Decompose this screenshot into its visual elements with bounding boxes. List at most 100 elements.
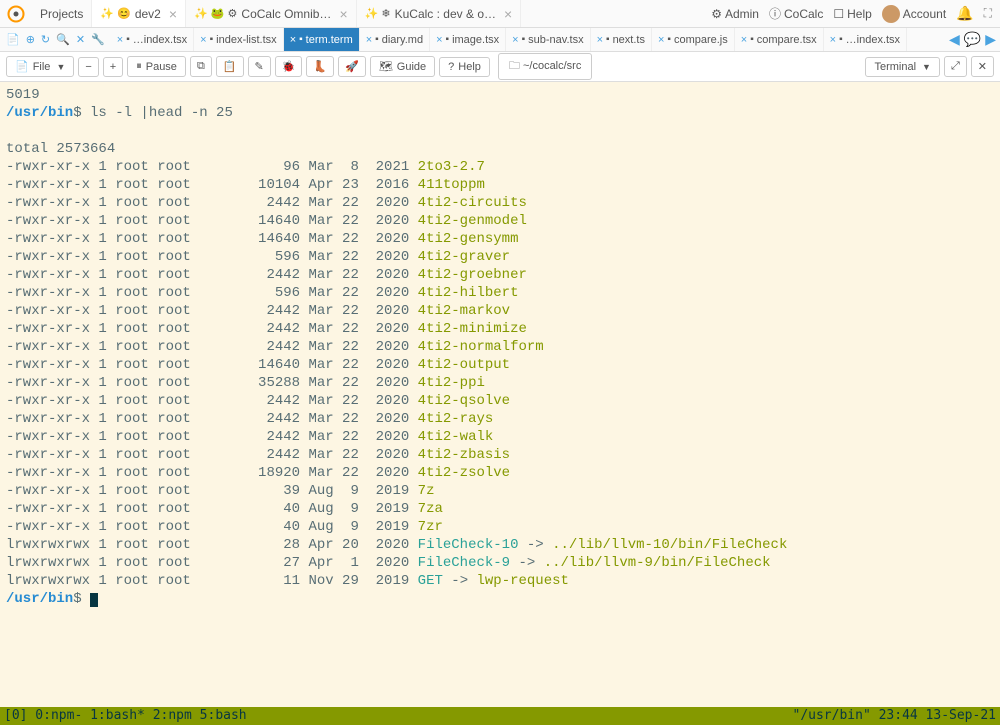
plus-circle-icon[interactable]: ⊕: [26, 33, 35, 46]
file-tab[interactable]: ×▪…index.tsx: [824, 28, 907, 51]
wrench-icon[interactable]: 🔧: [91, 33, 105, 46]
help-icon: ☐: [833, 7, 844, 21]
project-tab[interactable]: ✨ ❄ KuCalc : dev & o… ×: [357, 0, 522, 27]
close-icon[interactable]: ×: [200, 34, 206, 46]
tmux-status-bar: [0] 0:npm- 1:bash* 2:npm 5:bash "/usr/bi…: [0, 707, 1000, 725]
project-icon: ✨ ❄: [365, 7, 391, 20]
account-link[interactable]: Account: [882, 5, 946, 23]
font-increase-button[interactable]: +: [103, 57, 123, 77]
file-tab[interactable]: ×▪term.term: [284, 28, 360, 51]
guide-button[interactable]: 🗺Guide: [370, 56, 435, 77]
path-display[interactable]: 🗀 ~/cocalc/src: [498, 53, 592, 80]
pause-button[interactable]: ⏸Pause: [127, 56, 186, 77]
close-icon[interactable]: ×: [741, 34, 747, 46]
file-type-icon: ▪: [210, 34, 214, 45]
bell-icon[interactable]: 🔔: [956, 5, 973, 22]
file-type-icon: ▪: [667, 34, 671, 45]
cocalc-link[interactable]: ⓘCoCalc: [769, 5, 823, 22]
folder-icon: 🗀: [509, 60, 523, 72]
settings-icon[interactable]: ✕: [76, 33, 85, 46]
rocket-button[interactable]: 🚀: [338, 56, 366, 77]
file-tab[interactable]: × ▪image.tsx: [430, 28, 506, 51]
file-tab[interactable]: ×▪compare.tsx: [735, 28, 824, 51]
close-icon[interactable]: ×: [597, 34, 603, 46]
close-icon[interactable]: ×: [436, 34, 442, 46]
admin-link[interactable]: ⚙Admin: [711, 7, 759, 21]
file-tab[interactable]: × ▪index-list.tsx: [194, 28, 284, 51]
projects-label: Projects: [40, 7, 83, 21]
file-tab[interactable]: ×▪compare.js: [652, 28, 735, 51]
file-tab-label: …index.tsx: [133, 34, 187, 46]
file-tab[interactable]: ×▪next.ts: [591, 28, 652, 51]
close-icon[interactable]: ×: [339, 6, 347, 22]
chevron-down-icon: ▼: [922, 62, 931, 72]
boot-icon: 👢: [313, 60, 327, 73]
paste-icon: 📋: [223, 60, 237, 73]
close-icon[interactable]: ×: [366, 34, 372, 46]
file-tab[interactable]: ×▪sub-nav.tsx: [506, 28, 590, 51]
font-decrease-button[interactable]: −: [78, 57, 98, 77]
terminal-menu-button[interactable]: Terminal▼: [865, 57, 940, 77]
copy-button[interactable]: ⧉: [190, 56, 212, 77]
close-icon[interactable]: ×: [658, 34, 664, 46]
file-tab-label: next.ts: [613, 34, 645, 46]
map-icon: 🗺: [379, 60, 393, 73]
terminal-toolbar: 📄File▼ − + ⏸Pause ⧉ 📋 ✎ 🐞 👢 🚀 🗺Guide ?He…: [0, 52, 1000, 82]
help-button[interactable]: ?Help: [439, 57, 490, 77]
search-icon[interactable]: 🔍: [56, 33, 70, 46]
edit-icon: ✎: [255, 60, 264, 73]
file-tab[interactable]: ×▪…index.tsx: [111, 28, 194, 51]
terminal-cursor: [90, 593, 98, 607]
kick-button[interactable]: 👢: [306, 56, 334, 77]
edit-button[interactable]: ✎: [248, 56, 271, 77]
file-type-icon: ▪: [839, 34, 843, 45]
file-icon: 📄: [15, 60, 29, 73]
file-tab-label: term.term: [306, 34, 353, 46]
file-tab-label: index-list.tsx: [216, 34, 277, 46]
close-icon[interactable]: ×: [830, 34, 836, 46]
project-tab[interactable]: ✨ 😊dev2×: [92, 0, 186, 27]
paste-button[interactable]: 📋: [216, 56, 244, 77]
file-menu-button[interactable]: 📄File▼: [6, 56, 74, 77]
close-icon[interactable]: ×: [117, 34, 123, 46]
clear-button[interactable]: 🐞: [275, 56, 303, 77]
project-tabs-bar: Projects ✨ 😊dev2× ✨ 🐸 ⚙ CoCalc Omnib… × ✨ ❄ K…: [0, 0, 1000, 28]
help-link[interactable]: ☐Help: [833, 7, 871, 21]
avatar: [882, 5, 900, 23]
tmux-right: "/usr/bin" 23:44 13-Sep-21: [793, 707, 997, 725]
new-file-icon[interactable]: 📄: [6, 33, 20, 46]
projects-button[interactable]: Projects: [32, 0, 92, 27]
pause-icon: ⏸: [136, 60, 142, 73]
tmux-left: [0] 0:npm- 1:bash* 2:npm 5:bash: [4, 707, 247, 725]
project-tab-label: CoCalc Omnib…: [241, 7, 331, 21]
bug-icon: 🐞: [282, 60, 296, 73]
history-icon[interactable]: ↻: [41, 33, 50, 46]
expand-button[interactable]: ⤢: [944, 56, 967, 77]
close-icon[interactable]: ×: [504, 6, 512, 22]
close-icon[interactable]: ×: [290, 34, 296, 46]
file-type-icon: ▪: [522, 34, 526, 45]
file-tabs-bar: 📄 ⊕ ↻ 🔍 ✕ 🔧 ×▪…index.tsx×▪index-list.tsx…: [0, 28, 1000, 52]
file-type-icon: ▪: [126, 34, 130, 45]
close-panel-button[interactable]: ✕: [971, 56, 994, 77]
file-type-icon: ▪: [375, 34, 379, 45]
file-type-icon: ▪: [446, 34, 450, 45]
nav-right-icon[interactable]: ▶: [985, 31, 996, 48]
terminal-output[interactable]: 5019 /usr/bin$ ls -l |head -n 25 total 2…: [0, 82, 1000, 707]
fullscreen-icon[interactable]: ⛶: [984, 6, 992, 21]
file-type-icon: ▪: [606, 34, 610, 45]
info-icon: ⓘ: [769, 5, 781, 22]
project-icon: ✨ 🐸 ⚙: [194, 7, 237, 20]
file-tab-label: …index.tsx: [846, 34, 900, 46]
file-tab-label: image.tsx: [452, 34, 499, 46]
close-icon[interactable]: ×: [512, 34, 518, 46]
project-tab-label: KuCalc : dev & o…: [395, 7, 496, 21]
admin-icon: ⚙: [711, 7, 722, 21]
nav-left-icon[interactable]: ◀: [949, 31, 960, 48]
chat-icon[interactable]: 💬: [964, 31, 981, 48]
project-tab[interactable]: ✨ 🐸 ⚙ CoCalc Omnib… ×: [186, 0, 357, 27]
copy-icon: ⧉: [197, 60, 205, 73]
cocalc-logo[interactable]: [4, 2, 28, 26]
close-icon[interactable]: ×: [169, 6, 177, 22]
file-tab[interactable]: ×▪diary.md: [360, 28, 430, 51]
